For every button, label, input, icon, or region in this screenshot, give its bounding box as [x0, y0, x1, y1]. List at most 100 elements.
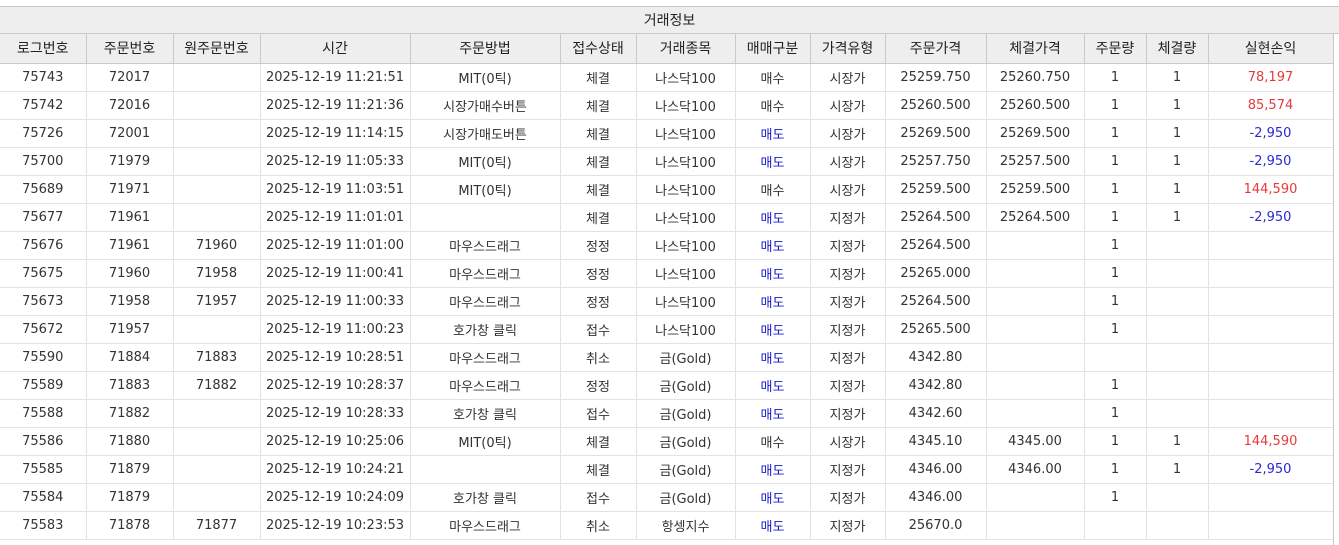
table-row[interactable]: 75689 71971 2025-12-19 11:03:51 MIT(0틱) 체결 나스… — [0, 175, 1334, 204]
table-cell: MIT(0틱) — [410, 175, 561, 204]
table-row[interactable]: 75589 71883 71882 2025-12-19 10:28:37 마우스드래그… — [0, 371, 1334, 400]
table-cell: 25260.500 — [885, 91, 987, 120]
column-header[interactable]: 체결량 — [1146, 34, 1209, 64]
table-cell: 마우스드래그 — [410, 343, 561, 372]
table-row[interactable]: 75675 71960 71958 2025-12-19 11:00:41 마우스드래그… — [0, 259, 1334, 288]
table-cell: 매수 — [735, 63, 811, 92]
column-header[interactable]: 주문방법 — [410, 34, 561, 64]
column-header[interactable]: 가격유형 — [810, 34, 886, 64]
table-cell: -2,950 — [1208, 203, 1334, 232]
table-cell — [1084, 511, 1147, 540]
table-cell: 매도 — [735, 511, 811, 540]
table-cell: 나스닥100 — [636, 175, 736, 204]
table-row[interactable]: 75677 71961 2025-12-19 11:01:01 체결 나스닥100 매도 지… — [0, 203, 1334, 232]
table-cell: 지정가 — [810, 371, 886, 400]
table-row[interactable]: 75672 71957 2025-12-19 11:00:23 호가창 클릭 접수 나스닥… — [0, 315, 1334, 344]
table-row[interactable]: 75743 72017 2025-12-19 11:21:51 MIT(0틱) 체결 나스… — [0, 63, 1334, 92]
table-cell — [1208, 287, 1334, 316]
table-cell: 71961 — [86, 203, 174, 232]
table-cell: 2025-12-19 10:28:37 — [260, 371, 411, 400]
table-cell: 1 — [1084, 175, 1147, 204]
table-cell: 71883 — [86, 371, 174, 400]
table-cell: 체결 — [560, 147, 637, 176]
trade-info-panel: 거래정보 로그번호 주문번호 원주문번호 시간 주문방법 접수상태 거래종목 매매구분 가격유형… — [0, 0, 1339, 545]
table-cell: 71884 — [86, 343, 174, 372]
table-row[interactable]: 75586 71880 2025-12-19 10:25:06 MIT(0틱) 체결 금(… — [0, 427, 1334, 456]
table-cell — [986, 259, 1085, 288]
table-cell: 체결 — [560, 203, 637, 232]
table-row[interactable]: 75742 72016 2025-12-19 11:21:36 시장가매수버튼 체결 나스… — [0, 91, 1334, 120]
table-cell — [986, 343, 1085, 372]
table-cell: 지정가 — [810, 259, 886, 288]
table-row[interactable]: 75588 71882 2025-12-19 10:28:33 호가창 클릭 접수 금(G… — [0, 399, 1334, 428]
table-cell: 2025-12-19 11:01:01 — [260, 203, 411, 232]
table-row[interactable]: 75673 71958 71957 2025-12-19 11:00:33 마우스드래그… — [0, 287, 1334, 316]
table-cell: 71957 — [86, 315, 174, 344]
column-header[interactable]: 매매구분 — [735, 34, 811, 64]
table-cell: 4346.00 — [986, 455, 1085, 484]
table-cell: 75677 — [0, 203, 87, 232]
table-cell: 4346.00 — [885, 483, 987, 512]
column-header[interactable]: 주문량 — [1084, 34, 1147, 64]
column-header[interactable]: 주문가격 — [885, 34, 987, 64]
table-cell: 지정가 — [810, 231, 886, 260]
column-header[interactable]: 거래종목 — [636, 34, 736, 64]
table-cell: 마우스드래그 — [410, 231, 561, 260]
table-cell: 1 — [1146, 455, 1209, 484]
column-header[interactable]: 로그번호 — [0, 34, 87, 64]
table-cell: 마우스드래그 — [410, 371, 561, 400]
table-cell: 71961 — [86, 231, 174, 260]
table-cell: 85,574 — [1208, 91, 1334, 120]
column-header[interactable]: 원주문번호 — [173, 34, 261, 64]
table-cell: 접수 — [560, 399, 637, 428]
table-cell: 매도 — [735, 147, 811, 176]
table-cell: 144,590 — [1208, 175, 1334, 204]
table-cell: 71880 — [86, 427, 174, 456]
table-cell — [173, 63, 261, 92]
table-row[interactable]: 75583 71878 71877 2025-12-19 10:23:53 마우스드래그… — [0, 511, 1334, 540]
table-cell: 금(Gold) — [636, 427, 736, 456]
table-cell: 4345.10 — [885, 427, 987, 456]
table-cell — [1146, 483, 1209, 512]
table-cell: 1 — [1084, 427, 1147, 456]
table-cell: 71882 — [86, 399, 174, 428]
table-cell: 71957 — [173, 287, 261, 316]
table-cell: 매도 — [735, 259, 811, 288]
table-cell: 2025-12-19 11:01:00 — [260, 231, 411, 260]
table-cell: 매도 — [735, 343, 811, 372]
table-cell: 금(Gold) — [636, 343, 736, 372]
table-cell: 2025-12-19 10:24:21 — [260, 455, 411, 484]
table-cell: 71979 — [86, 147, 174, 176]
table-cell — [1146, 315, 1209, 344]
column-header[interactable]: 체결가격 — [986, 34, 1085, 64]
table-cell: 체결 — [560, 455, 637, 484]
table-row[interactable]: 75584 71879 2025-12-19 10:24:09 호가창 클릭 접수 금(G… — [0, 483, 1334, 512]
table-cell: 75672 — [0, 315, 87, 344]
table-cell: 지정가 — [810, 315, 886, 344]
table-row[interactable]: 75585 71879 2025-12-19 10:24:21 체결 금(Gold) 매도… — [0, 455, 1334, 484]
table-cell: 지정가 — [810, 287, 886, 316]
table-cell: MIT(0틱) — [410, 427, 561, 456]
table-cell: 1 — [1146, 147, 1209, 176]
table-cell: 144,590 — [1208, 427, 1334, 456]
table-cell — [173, 119, 261, 148]
table-cell: 지정가 — [810, 455, 886, 484]
table-cell: 2025-12-19 10:23:53 — [260, 511, 411, 540]
table-cell — [173, 203, 261, 232]
table-cell: 2025-12-19 11:05:33 — [260, 147, 411, 176]
table-cell: 75586 — [0, 427, 87, 456]
column-header[interactable]: 시간 — [260, 34, 411, 64]
table-cell — [1208, 483, 1334, 512]
table-row[interactable]: 75676 71961 71960 2025-12-19 11:01:00 마우스드래그… — [0, 231, 1334, 260]
table-cell: 체결 — [560, 63, 637, 92]
table-row[interactable]: 75726 72001 2025-12-19 11:14:15 시장가매도버튼 체결 나스… — [0, 119, 1334, 148]
table-row[interactable]: 75590 71884 71883 2025-12-19 10:28:51 마우스드래그… — [0, 343, 1334, 372]
table-cell: 매수 — [735, 427, 811, 456]
column-header[interactable]: 접수상태 — [560, 34, 637, 64]
table-cell — [986, 483, 1085, 512]
table-cell — [986, 399, 1085, 428]
column-header[interactable]: 주문번호 — [86, 34, 174, 64]
table-row[interactable]: 75700 71979 2025-12-19 11:05:33 MIT(0틱) 체결 나스… — [0, 147, 1334, 176]
table-cell: 지정가 — [810, 399, 886, 428]
column-header[interactable]: 실현손익 — [1208, 34, 1334, 64]
